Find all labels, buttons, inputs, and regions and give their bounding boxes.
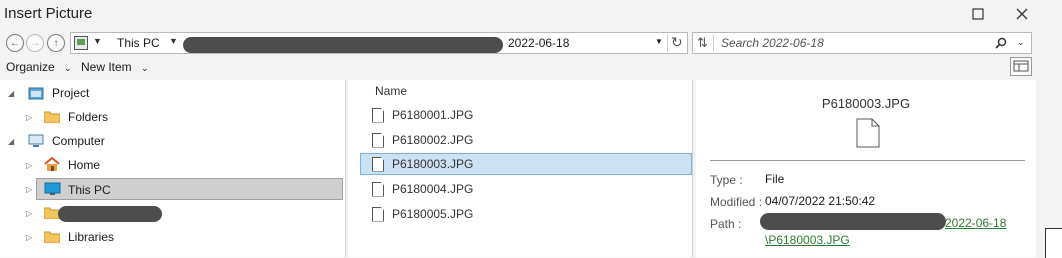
maximize-icon xyxy=(972,8,984,20)
window-title: Insert Picture xyxy=(4,5,93,22)
layout-icon xyxy=(1013,60,1029,72)
chevron-down-icon[interactable]: ▼ xyxy=(93,36,102,46)
expanded-icon[interactable]: ◢ xyxy=(8,89,14,98)
arrow-left-icon: ← xyxy=(10,37,20,49)
file-name: P6180005.JPG xyxy=(392,207,474,221)
project-icon xyxy=(28,87,44,100)
redacted-label xyxy=(58,206,162,222)
maximize-button[interactable] xyxy=(967,4,989,24)
organize-menu[interactable]: Organize ⌄ xyxy=(6,60,72,74)
file-name: P6180001.JPG xyxy=(392,108,474,122)
path-label: Path : xyxy=(710,217,742,231)
file-name: P6180003.JPG xyxy=(392,157,474,171)
tree-item-redacted[interactable]: ▷ xyxy=(0,202,345,224)
column-header-name[interactable]: Name xyxy=(375,84,407,98)
chevron-down-icon: ⌄ xyxy=(64,63,72,73)
file-row[interactable]: P6180004.JPG xyxy=(360,178,692,200)
tree-label: This PC xyxy=(68,183,111,197)
tree-label: Computer xyxy=(52,134,105,148)
up-button[interactable]: ↑ xyxy=(47,34,65,52)
refresh-icon[interactable]: ↻ xyxy=(671,34,683,51)
arrow-up-icon: ↑ xyxy=(53,37,59,49)
tree-label: Project xyxy=(52,86,90,100)
breadcrumb-this-pc[interactable]: This PC xyxy=(117,36,160,50)
collapsed-icon[interactable]: ▷ xyxy=(26,185,32,194)
collapsed-icon[interactable]: ▷ xyxy=(26,113,32,122)
folder-icon xyxy=(44,111,60,123)
computer-icon xyxy=(28,134,44,147)
modified-label: Modified : xyxy=(710,195,763,209)
divider xyxy=(710,160,1025,161)
file-icon xyxy=(856,118,880,148)
expanded-icon[interactable]: ◢ xyxy=(8,137,14,146)
sort-icon[interactable]: ⇅ xyxy=(697,35,708,51)
path-link-line2[interactable]: \P6180003.JPG xyxy=(765,233,850,247)
libraries-icon xyxy=(44,231,60,243)
file-name: P6180004.JPG xyxy=(392,182,474,196)
file-icon xyxy=(372,132,384,148)
background-window-corner xyxy=(1045,228,1062,258)
search-dropdown-icon[interactable]: ⌄ xyxy=(1017,37,1025,48)
back-button[interactable]: ← xyxy=(6,34,24,52)
tree-item-project[interactable]: ◢ Project xyxy=(0,82,345,104)
collapsed-icon[interactable]: ▷ xyxy=(26,233,32,242)
address-dropdown-icon[interactable]: ▼ xyxy=(655,37,663,46)
tree-item-computer[interactable]: ◢ Computer xyxy=(0,130,345,152)
search-box[interactable]: ⇅ Search 2022-06-18 ⌄ xyxy=(692,32,1032,54)
details-pane: P6180003.JPG Type : File Modified : 04/0… xyxy=(696,80,1036,257)
redacted-path xyxy=(760,213,946,230)
organize-label: Organize xyxy=(6,60,55,74)
tree-item-folders[interactable]: ▷ Folders xyxy=(0,106,345,128)
breadcrumb-current-folder[interactable]: 2022-06-18 xyxy=(508,36,569,50)
tree-item-libraries[interactable]: ▷ Libraries xyxy=(0,226,345,248)
close-icon xyxy=(1016,8,1028,20)
file-row[interactable]: P6180005.JPG xyxy=(360,203,692,225)
modified-value: 04/07/2022 21:50:42 xyxy=(765,194,876,208)
navigation-pane: ◢ Project ▷ Folders ◢ Computer ▷ Home Th… xyxy=(0,80,346,257)
file-icon xyxy=(372,206,384,222)
tree-label: Libraries xyxy=(68,230,115,244)
home-icon xyxy=(44,157,60,171)
monitor-icon xyxy=(44,182,61,195)
address-bar[interactable]: ▼ This PC ▼ 2022-06-18 ▼ ↻ xyxy=(70,32,688,54)
new-item-label: New Item xyxy=(81,60,132,74)
title-bar: Insert Picture xyxy=(0,0,1062,28)
preview-pane-button[interactable] xyxy=(1010,57,1032,76)
file-list-pane: Name P6180001.JPG P6180002.JPG P6180003.… xyxy=(348,80,693,257)
tree-label: Folders xyxy=(68,110,109,124)
file-icon xyxy=(372,181,384,197)
details-filename: P6180003.JPG xyxy=(821,96,911,111)
collapsed-icon[interactable]: ▷ xyxy=(26,209,32,218)
file-row[interactable]: P6180001.JPG xyxy=(360,104,692,126)
new-item-menu[interactable]: New Item ⌄ xyxy=(81,60,149,74)
close-button[interactable] xyxy=(1011,4,1033,24)
breadcrumb-chevron-icon[interactable]: ▼ xyxy=(169,36,178,46)
file-row[interactable]: P6180002.JPG xyxy=(360,129,692,151)
tree-item-this-pc[interactable]: This PC xyxy=(36,178,343,200)
file-icon xyxy=(372,156,384,172)
file-row-selected[interactable]: P6180003.JPG xyxy=(360,153,692,175)
type-label: Type : xyxy=(710,173,743,187)
arrow-right-icon: → xyxy=(30,37,40,49)
file-icon xyxy=(372,107,384,123)
chevron-down-icon: ⌄ xyxy=(141,63,149,73)
divider xyxy=(667,34,668,52)
type-value: File xyxy=(765,172,785,186)
search-input[interactable]: Search 2022-06-18 xyxy=(721,36,824,50)
search-icon[interactable] xyxy=(995,37,1007,49)
tree-label: Home xyxy=(68,158,101,172)
picture-folder-icon xyxy=(74,36,88,50)
file-name: P6180002.JPG xyxy=(392,133,474,147)
divider xyxy=(713,35,714,51)
collapsed-icon[interactable]: ▷ xyxy=(26,161,32,170)
forward-button[interactable]: → xyxy=(26,34,44,52)
path-link[interactable]: 2022-06-18 xyxy=(945,216,1006,230)
tree-item-home[interactable]: ▷ Home xyxy=(0,154,345,176)
redacted-path xyxy=(183,37,503,53)
